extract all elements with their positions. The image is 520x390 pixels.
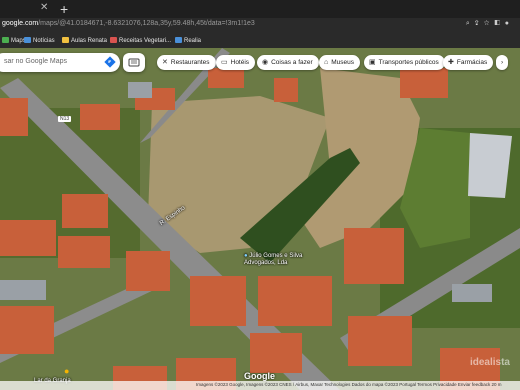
extensions-icon[interactable]: ◧ — [494, 20, 504, 27]
bookmark-star-icon[interactable]: ☆ — [484, 20, 495, 27]
map-footer: Imagens ©2023 Google, Imagens ©2023 CNES… — [0, 381, 520, 390]
search-input[interactable]: sar no Google Maps — [4, 58, 67, 65]
camera-icon: ◉ — [262, 59, 269, 66]
folder-icon — [110, 37, 117, 43]
pharmacy-icon: ✚ — [448, 59, 454, 66]
address-bar[interactable]: google.com/maps/@41.0184671,-8.6321076,1… — [0, 18, 520, 34]
fork-knife-icon: ✕ — [162, 59, 168, 66]
map-credits[interactable]: Imagens ©2023 Google, Imagens ©2023 CNES… — [196, 382, 501, 387]
keyboard-icon — [128, 58, 140, 67]
url-text[interactable]: google.com/maps/@41.0184671,-8.6321076,1… — [2, 20, 255, 27]
profile-icon[interactable]: ● — [505, 20, 514, 27]
folder-icon — [24, 37, 31, 43]
bookmarks-bar: Maps Notícias Aulas Renata Receitas Vege… — [0, 34, 520, 49]
folder-icon — [175, 37, 182, 43]
chip-pharmacies[interactable]: ✚ Farmácias — [443, 55, 494, 70]
browser-tab-bar: ✕ + — [0, 0, 520, 18]
chip-things-to-do[interactable]: ◉ Coisas a fazer — [257, 55, 319, 70]
chip-public-transport[interactable]: ▣ Transportes públicos — [364, 55, 445, 70]
train-icon: ▣ — [369, 59, 376, 66]
bookmark-noticias[interactable]: Notícias — [24, 37, 55, 44]
chip-restaurants[interactable]: ✕ Restaurantes — [157, 55, 216, 70]
poi-pin-icon: ● — [244, 253, 248, 259]
chevron-right-icon: › — [501, 59, 504, 66]
search-box[interactable]: sar no Google Maps — [0, 53, 120, 72]
directions-icon[interactable] — [104, 56, 116, 68]
folder-icon — [62, 37, 69, 43]
chip-hotels[interactable]: ▭ Hotéis — [216, 55, 256, 70]
new-tab-button[interactable]: + — [60, 1, 68, 17]
satellite-imagery — [0, 48, 520, 390]
bookmark-realia[interactable]: Realia — [175, 37, 201, 44]
maps-icon — [2, 37, 9, 43]
bookmark-maps[interactable]: Maps — [2, 37, 26, 44]
toolbar-icons: ⌕⇪☆◧● — [466, 20, 514, 28]
watermark: idealista — [469, 357, 510, 368]
zoom-icon[interactable]: ⌕ — [466, 20, 475, 27]
poi-label[interactable]: ● Júlio Gomes e Silva Advogados, Lda — [244, 253, 304, 267]
museum-icon: ⌂ — [324, 59, 329, 66]
close-tab-icon[interactable]: ✕ — [40, 2, 48, 13]
google-logo: Google — [244, 371, 275, 381]
bed-icon: ▭ — [221, 59, 228, 66]
place-pin-icon[interactable]: ● — [64, 366, 69, 376]
bookmark-aulas-renata[interactable]: Aulas Renata — [62, 37, 107, 44]
map-satellite-view[interactable]: sar no Google Maps ✕ Restaurantes ▭ Hotéis… — [0, 48, 520, 390]
road-number-badge: N13 — [58, 116, 72, 122]
share-icon[interactable]: ⇪ — [475, 20, 484, 27]
chips-next-button[interactable]: › — [496, 55, 509, 70]
bookmark-receitas[interactable]: Receitas Vegetari... — [110, 37, 171, 44]
layers-button[interactable] — [123, 53, 145, 72]
chip-museums[interactable]: ⌂ Museus — [319, 55, 360, 70]
